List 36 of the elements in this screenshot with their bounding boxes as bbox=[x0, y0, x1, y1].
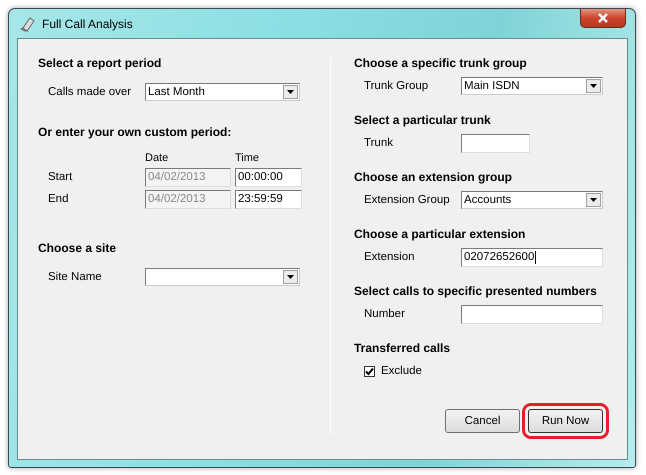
section-heading: Select a particular trunk bbox=[354, 112, 492, 128]
section-heading: Choose a specific trunk group bbox=[354, 55, 528, 71]
input-field[interactable] bbox=[461, 134, 530, 152]
dropdown[interactable]: Accounts bbox=[461, 191, 603, 209]
field-label: Trunk Group bbox=[364, 80, 430, 92]
app-icon bbox=[20, 16, 36, 32]
dropdown[interactable]: Last Month bbox=[145, 83, 300, 101]
field-label: End bbox=[48, 193, 70, 205]
section-heading: Transferred calls bbox=[354, 340, 452, 356]
section-heading: Choose a particular extension bbox=[354, 226, 526, 242]
section-heading: Or enter your own custom period: bbox=[38, 124, 232, 140]
time-field[interactable]: 23:59:59 bbox=[235, 190, 302, 208]
time-field[interactable]: 00:00:00 bbox=[235, 168, 302, 186]
input-field[interactable]: 02072652600 bbox=[461, 248, 603, 266]
column-heading: Date bbox=[145, 152, 170, 164]
section-heading: Choose a site bbox=[38, 240, 118, 256]
section-heading: Select calls to specific presented numbers bbox=[354, 283, 598, 299]
checkbox[interactable] bbox=[364, 366, 375, 376]
window-title: Full Call Analysis bbox=[42, 16, 133, 30]
field-label: Trunk bbox=[364, 137, 394, 149]
section-heading: Choose an extension group bbox=[354, 169, 514, 185]
field-label: Calls made over bbox=[48, 86, 132, 98]
checkbox-label: Exclude bbox=[381, 365, 422, 377]
input-field[interactable] bbox=[461, 304, 603, 324]
field-label: Number bbox=[364, 308, 406, 320]
dialog-button[interactable]: Cancel bbox=[445, 409, 520, 433]
dropdown[interactable] bbox=[145, 268, 300, 286]
column-heading: Time bbox=[235, 152, 260, 164]
close-icon bbox=[597, 13, 609, 23]
field-label: Site Name bbox=[48, 271, 103, 283]
field-label: Extension bbox=[364, 251, 416, 263]
close-button[interactable] bbox=[580, 9, 626, 28]
dropdown[interactable]: Main ISDN bbox=[461, 77, 603, 95]
field-label: Start bbox=[48, 171, 74, 183]
field-label: Extension Group bbox=[364, 194, 451, 206]
section-heading: Select a report period bbox=[38, 55, 162, 71]
